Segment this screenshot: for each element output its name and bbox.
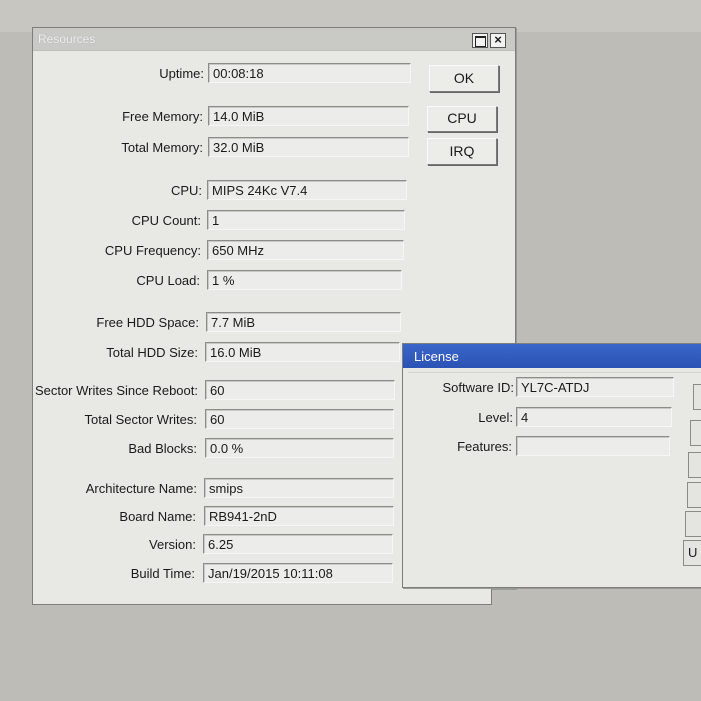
total-hdd-field: 16.0 MiB: [205, 342, 400, 362]
free-memory-label: Free Memory:: [122, 109, 203, 124]
license-window: License Software ID: YL7C-ATDJ Level: 4 …: [402, 343, 701, 588]
license-button-3[interactable]: [688, 452, 701, 478]
cpu-load-field: 1 %: [207, 270, 402, 290]
features-label: Features:: [457, 439, 512, 454]
resources-window-bottom-edge: [32, 588, 492, 605]
field-row-bad-blocks: Bad Blocks: 0.0 %: [33, 438, 433, 460]
ok-button[interactable]: OK: [429, 65, 499, 92]
version-field: 6.25: [203, 534, 393, 554]
field-row-sector-writes-reboot: Sector Writes Since Reboot: 60: [33, 380, 433, 402]
software-id-label: Software ID:: [442, 380, 514, 395]
total-hdd-label: Total HDD Size:: [106, 345, 198, 360]
sector-writes-reboot-field: 60: [205, 380, 395, 400]
free-hdd-label: Free HDD Space:: [96, 315, 199, 330]
maximize-icon[interactable]: [472, 33, 488, 48]
bad-blocks-field: 0.0 %: [205, 438, 394, 458]
license-button-5[interactable]: [685, 511, 701, 537]
total-sector-writes-label: Total Sector Writes:: [84, 412, 197, 427]
bad-blocks-label: Bad Blocks:: [128, 441, 197, 456]
license-title: License: [414, 349, 459, 364]
cpu-count-field: 1: [207, 210, 405, 230]
close-icon[interactable]: ×: [490, 33, 506, 48]
build-time-field: Jan/19/2015 10:11:08: [203, 563, 393, 583]
uptime-label: Uptime:: [159, 66, 204, 81]
field-row-features: Features:: [408, 436, 678, 458]
level-field: 4: [516, 407, 672, 427]
free-hdd-field: 7.7 MiB: [206, 312, 401, 332]
cpu-field: MIPS 24Kc V7.4: [207, 180, 407, 200]
field-row-cpu-load: CPU Load: 1 %: [33, 270, 433, 292]
field-row-total-memory: Total Memory: 32.0 MiB: [33, 137, 433, 159]
field-row-version: Version: 6.25: [33, 534, 433, 556]
resources-titlebar[interactable]: Resources ×: [33, 28, 515, 51]
field-row-architecture: Architecture Name: smips: [33, 478, 433, 500]
cpu-load-label: CPU Load:: [136, 273, 200, 288]
board-name-field: RB941-2nD: [204, 506, 394, 526]
total-sector-writes-field: 60: [205, 409, 394, 429]
level-label: Level:: [478, 410, 513, 425]
architecture-field: smips: [204, 478, 394, 498]
field-row-total-hdd: Total HDD Size: 16.0 MiB: [33, 342, 433, 364]
field-row-level: Level: 4: [408, 407, 678, 429]
field-row-build-time: Build Time: Jan/19/2015 10:11:08: [33, 563, 433, 585]
cpu-label: CPU:: [170, 183, 202, 198]
field-row-free-memory: Free Memory: 14.0 MiB: [33, 106, 433, 128]
license-titlebar[interactable]: License: [403, 344, 701, 368]
field-row-cpu-frequency: CPU Frequency: 650 MHz: [33, 240, 433, 262]
license-panel: Software ID: YL7C-ATDJ Level: 4 Features…: [408, 372, 701, 559]
uptime-field: 00:08:18: [208, 63, 411, 83]
field-row-cpu: CPU: MIPS 24Kc V7.4: [33, 180, 433, 202]
build-time-label: Build Time:: [130, 566, 195, 581]
sector-writes-reboot-label: Sector Writes Since Reboot:: [34, 383, 198, 398]
version-label: Version:: [149, 537, 196, 552]
license-button-2[interactable]: [690, 420, 701, 446]
total-memory-label: Total Memory:: [121, 140, 203, 155]
cpu-frequency-label: CPU Frequency:: [104, 243, 201, 258]
license-button-4[interactable]: [687, 482, 701, 508]
field-row-software-id: Software ID: YL7C-ATDJ: [408, 377, 678, 399]
resources-title: Resources: [38, 32, 96, 46]
irq-button[interactable]: IRQ: [427, 138, 497, 165]
field-row-uptime: Uptime: 00:08:18: [33, 63, 433, 85]
cpu-frequency-field: 650 MHz: [207, 240, 404, 260]
total-memory-field: 32.0 MiB: [208, 137, 409, 157]
license-button-1[interactable]: [693, 384, 701, 410]
software-id-field: YL7C-ATDJ: [516, 377, 674, 397]
field-row-board-name: Board Name: RB941-2nD: [33, 506, 433, 528]
free-memory-field: 14.0 MiB: [208, 106, 409, 126]
architecture-label: Architecture Name:: [85, 481, 197, 496]
board-name-label: Board Name:: [119, 509, 196, 524]
field-row-free-hdd: Free HDD Space: 7.7 MiB: [33, 312, 433, 334]
features-field: [516, 436, 670, 456]
cpu-button[interactable]: CPU: [427, 106, 497, 132]
field-row-total-sector-writes: Total Sector Writes: 60: [33, 409, 433, 431]
field-row-cpu-count: CPU Count: 1: [33, 210, 433, 232]
license-button-6[interactable]: U: [683, 540, 701, 566]
cpu-count-label: CPU Count:: [131, 213, 201, 228]
